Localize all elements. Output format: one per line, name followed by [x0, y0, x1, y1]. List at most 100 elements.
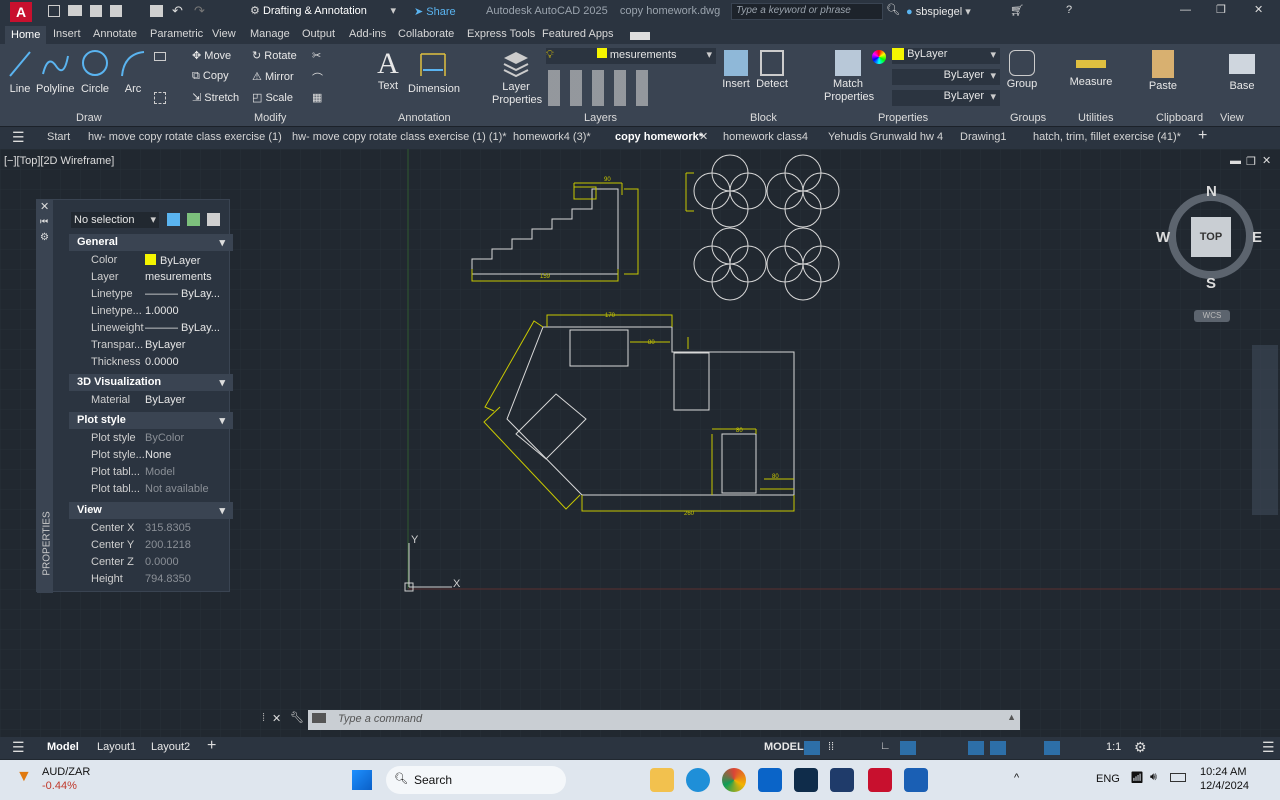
save-icon[interactable]	[90, 5, 102, 17]
tab-collaborate[interactable]: Collaborate	[398, 28, 454, 44]
add-layout-icon[interactable]: +	[207, 737, 216, 755]
share-button[interactable]: ➤ Share	[414, 5, 456, 18]
doc-tab[interactable]: hw- move copy rotate class exercise (1)	[88, 131, 282, 143]
navigation-bar[interactable]	[1252, 345, 1278, 515]
color-dropdown[interactable]: ByLayer ▾	[892, 48, 1000, 64]
paste-button[interactable]: Paste	[1146, 48, 1180, 92]
general-section-header[interactable]: General ▾	[69, 234, 233, 251]
prop-row[interactable]: Transpar... ByLayer	[61, 337, 231, 354]
trim-icon[interactable]: ✂	[312, 49, 321, 62]
cart-icon[interactable]: 🛒︎	[1010, 4, 1024, 17]
redo-icon[interactable]: ↷	[194, 3, 205, 19]
command-grip-icon[interactable]: ⁞	[262, 712, 265, 724]
layer-dropdown[interactable]: 💡︎ mesurements ▾	[546, 48, 716, 64]
maximize-button[interactable]: ❐	[1216, 3, 1226, 16]
prop-row[interactable]: Height 794.8350	[61, 571, 231, 588]
wcs-menu[interactable]: WCS	[1194, 310, 1230, 322]
view-section-header[interactable]: View ▾	[69, 502, 233, 519]
model-space-button[interactable]: MODEL	[764, 741, 804, 753]
layer-tools-icon[interactable]	[548, 70, 648, 106]
doc-tab[interactable]: homework class4	[723, 131, 808, 143]
layout-menu-icon[interactable]: ☰	[12, 739, 25, 756]
fillet-icon[interactable]: ⌒	[312, 70, 323, 86]
viewcube[interactable]: TOP N S W E	[1156, 183, 1262, 292]
new-file-icon[interactable]	[48, 5, 60, 17]
rectangle-icon[interactable]	[154, 52, 166, 61]
prop-row[interactable]: Color ByLayer	[61, 252, 231, 269]
autocad-taskbar-icon[interactable]	[868, 768, 892, 792]
viewcube-top-face[interactable]: TOP	[1191, 217, 1231, 257]
prop-row[interactable]: Material ByLayer	[61, 392, 231, 409]
tab-parametric[interactable]: Parametric	[150, 28, 203, 44]
edge-icon[interactable]	[686, 768, 710, 792]
dimension-button[interactable]: Dimension	[408, 48, 460, 95]
tray-chevron-icon[interactable]: ^	[1014, 772, 1019, 784]
doc-tab-active[interactable]: copy homework*	[615, 131, 703, 143]
prop-row[interactable]: Plot style... None	[61, 447, 231, 464]
select-objects-icon[interactable]	[187, 213, 200, 226]
prop-row[interactable]: Plot tabl... Not available	[61, 481, 231, 498]
text-button[interactable]: A Text	[374, 48, 402, 93]
prop-row[interactable]: Center Z 0.0000	[61, 554, 231, 571]
compass-east[interactable]: E	[1252, 229, 1262, 246]
open-folder-icon[interactable]	[68, 5, 82, 16]
compass-south[interactable]: S	[1206, 275, 1216, 292]
arc-button[interactable]: Arc	[118, 48, 148, 95]
command-settings-icon[interactable]: 🔧︎	[290, 711, 304, 724]
palette-titlebar[interactable]: ✕ ⏮ ⚙ PROPERTIES	[37, 200, 53, 593]
taskbar-search[interactable]: 🔍︎ Search	[386, 766, 566, 794]
command-input[interactable]: Type a command	[338, 713, 422, 725]
help-icon[interactable]: ?	[1066, 4, 1072, 16]
save-as-icon[interactable]	[110, 5, 122, 17]
chrome-icon[interactable]	[722, 768, 746, 792]
quick-select-icon[interactable]	[207, 213, 220, 226]
tab-express-tools[interactable]: Express Tools	[467, 28, 535, 44]
stretch-button[interactable]: ⇲ Stretch	[192, 91, 239, 104]
selection-dropdown[interactable]: No selection ▾	[71, 212, 159, 228]
tab-featured-apps[interactable]: Featured Apps	[542, 28, 614, 44]
prop-row[interactable]: Center X 315.8305	[61, 520, 231, 537]
lightroom-icon[interactable]	[794, 768, 818, 792]
toggle-pickadd-icon[interactable]	[167, 213, 180, 226]
prop-row[interactable]: Plot tabl... Model	[61, 464, 231, 481]
clock-date[interactable]: 12/4/2024	[1200, 780, 1249, 792]
annotation-scale[interactable]: 1:1	[1106, 741, 1121, 753]
search-icon[interactable]: 🔍︎	[886, 3, 900, 16]
linetype-dropdown[interactable]: ByLayer ▾	[892, 69, 1000, 85]
stock-widget[interactable]: ▼ AUD/ZAR -0.44%	[16, 766, 126, 794]
move-button[interactable]: ✥ Move	[192, 49, 231, 62]
prop-row[interactable]: Lineweight ——— ByLay...	[61, 320, 231, 337]
group-button[interactable]: Group	[1004, 48, 1040, 90]
compass-north[interactable]: N	[1206, 183, 1217, 200]
language-indicator[interactable]: ENG	[1096, 773, 1120, 785]
viewport-label[interactable]: [−][Top][2D Wireframe]	[4, 155, 114, 167]
plot-icon[interactable]	[150, 5, 163, 17]
search-box[interactable]: Type a keyword or phrase	[731, 3, 883, 20]
model-layout-tab[interactable]: Model	[47, 741, 79, 753]
layer-properties-button[interactable]: Layer Properties	[492, 48, 542, 107]
compass-west[interactable]: W	[1156, 229, 1170, 246]
minimize-button[interactable]: —	[1180, 4, 1191, 16]
circle-button[interactable]: Circle	[80, 48, 110, 95]
volume-icon[interactable]: 🔊︎	[1150, 771, 1157, 784]
scale-button[interactable]: ◰ Scale	[252, 91, 293, 104]
ribbon-toggle-icon[interactable]	[630, 32, 650, 40]
doc-tab[interactable]: Yehudis Grunwald hw 4	[828, 131, 943, 143]
detect-button[interactable]: Detect	[754, 48, 790, 90]
tab-insert[interactable]: Insert	[53, 28, 81, 44]
polar-toggle-icon[interactable]	[900, 741, 916, 755]
prop-row[interactable]: Linetype ——— ByLay...	[61, 286, 231, 303]
outlook-icon[interactable]	[758, 768, 782, 792]
battery-icon[interactable]	[1170, 773, 1186, 782]
measure-button[interactable]: Measure	[1068, 48, 1114, 88]
wifi-icon[interactable]: 📶︎	[1130, 771, 1144, 784]
prop-row[interactable]: Layer mesurements	[61, 269, 231, 286]
tab-view[interactable]: View	[212, 28, 236, 44]
undo-icon[interactable]: ↶	[172, 3, 183, 19]
otrack-toggle-icon[interactable]	[990, 741, 1006, 755]
command-history-icon[interactable]	[312, 713, 326, 723]
file-explorer-icon[interactable]	[650, 768, 674, 792]
prop-row[interactable]: Linetype... 1.0000	[61, 303, 231, 320]
tab-output[interactable]: Output	[302, 28, 335, 44]
app-icon[interactable]	[830, 768, 854, 792]
